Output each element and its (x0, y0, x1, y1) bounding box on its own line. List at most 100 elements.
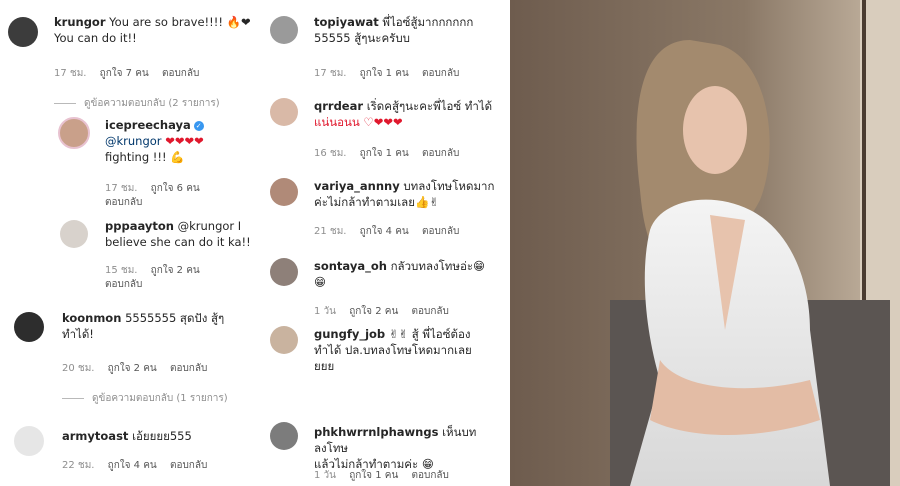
avatar[interactable] (270, 98, 298, 126)
reply-button[interactable]: ตอบกลับ (411, 306, 448, 317)
comment-meta: 17 ชม. ถูกใจ 1 คน ตอบกลับ (314, 66, 469, 81)
photo-illustration (510, 0, 900, 486)
hearts-emoji: ❤❤❤❤ (165, 134, 204, 148)
avatar[interactable] (14, 426, 44, 456)
avatar[interactable] (270, 326, 298, 354)
avatar[interactable] (58, 117, 90, 149)
like-count[interactable]: ถูกใจ 4 คน (108, 460, 157, 471)
comment-body: fighting !!! 💪 (105, 150, 185, 164)
comment-username[interactable]: koonmon (62, 311, 121, 325)
comment-body-line2: แน่นอนน ♡❤❤❤ (314, 115, 403, 129)
comment-username[interactable]: armytoast (62, 429, 128, 443)
comment-username[interactable]: pppaayton (105, 219, 174, 233)
comment-body-line2: ทำได้! (62, 327, 94, 341)
comment-body-line2: believe she can do it ka!! (105, 235, 251, 249)
like-count[interactable]: ถูกใจ 2 คน (151, 265, 200, 276)
comment-body: บทลงโทษโหดมาก (403, 179, 495, 193)
comment-text: phkhwrrnlphawngs เห็นบทลงโทษ แล้วไม่กล้า… (314, 424, 506, 472)
avatar[interactable] (60, 220, 88, 248)
comment-meta: 15 ชม. ถูกใจ 2 คน (105, 263, 210, 278)
comment-meta: 17 ชม. ถูกใจ 6 คน (105, 181, 210, 196)
avatar[interactable] (270, 16, 298, 44)
comment-text: sontaya_oh กลัวบทลงโทษอ่ะ😁 😁 (314, 258, 506, 290)
like-count[interactable]: ถูกใจ 1 คน (360, 68, 409, 79)
view-replies-link[interactable]: ดูข้อความตอบกลับ (2 รายการ) (54, 96, 220, 111)
post-photo (510, 0, 900, 486)
comment-time: 17 ชม. (314, 68, 347, 79)
comment-text: krungor You are so brave!!!! 🔥❤ You can … (54, 14, 254, 46)
like-count[interactable]: ถูกใจ 2 คน (349, 306, 398, 317)
comment-meta: 1 วัน ถูกใจ 2 คน ตอบกลับ (314, 304, 459, 319)
like-count[interactable]: ถูกใจ 1 คน (349, 470, 398, 481)
comment-time: 1 วัน (314, 470, 336, 481)
reply-button[interactable]: ตอบกลับ (422, 68, 459, 79)
like-count[interactable]: ถูกใจ 1 คน (360, 148, 409, 159)
reply-text: icepreechaya ✓ @krungor ❤❤❤❤ fighting !!!… (105, 117, 255, 165)
comment-time: 1 วัน (314, 306, 336, 317)
comment-text: topiyawat พี่ไอซ์สู้มากกกกกก 55555 สู้ๆน… (314, 14, 506, 46)
avatar[interactable] (270, 178, 298, 206)
like-count[interactable]: ถูกใจ 6 คน (151, 183, 200, 194)
comment-username[interactable]: qrrdear (314, 99, 363, 113)
comment-text: armytoast เอ้ยยยย555 (62, 428, 257, 444)
comment-meta: 16 ชม. ถูกใจ 1 คน ตอบกลับ (314, 146, 469, 161)
comment-username[interactable]: gungfy_job (314, 327, 385, 341)
comments-column-right: topiyawat พี่ไอซ์สู้มากกกกกก 55555 สู้ๆน… (260, 0, 510, 486)
comment-text: variya_annny บทลงโทษโหดมาก ค่ะไม่กล้าทำต… (314, 178, 506, 210)
comment-time: 16 ชม. (314, 148, 347, 159)
verified-badge-icon: ✓ (193, 120, 204, 131)
comment-time: 22 ชม. (62, 460, 95, 471)
avatar[interactable] (270, 422, 298, 450)
comment-body: พี่ไอซ์สู้มากกกกกก (382, 15, 474, 29)
comment-body-line3: ยยย (314, 359, 335, 373)
comment-body: เริ่ดคสู้ๆนะคะพี่ไอซ์ ทำได้ (366, 99, 493, 113)
reply-button[interactable]: ตอบกลับ (422, 226, 459, 237)
comment-time: 15 ชม. (105, 265, 138, 276)
comment-username[interactable]: variya_annny (314, 179, 400, 193)
mention-link[interactable]: @krungor (105, 134, 162, 148)
comment-username[interactable]: krungor (54, 15, 106, 29)
like-count[interactable]: ถูกใจ 7 คน (100, 68, 149, 79)
comment-username[interactable]: icepreechaya (105, 118, 191, 132)
comment-body: 5555555 สุดปัง สู้ๆ (125, 311, 225, 325)
avatar[interactable] (14, 312, 44, 342)
comment-meta: 22 ชม. ถูกใจ 4 คน ตอบกลับ (62, 458, 217, 473)
reply-button[interactable]: ตอบกลับ (411, 470, 448, 481)
reply-button[interactable]: ตอบกลับ (170, 460, 207, 471)
comment-body-line2: ทำได้ ปล.บทลงโทษโหดมากเลย (314, 343, 472, 357)
comment-username[interactable]: phkhwrrnlphawngs (314, 425, 438, 439)
comment-body: เอ้ยยยย555 (132, 429, 192, 443)
reply-button[interactable]: ตอบกลับ (105, 195, 152, 210)
comment-meta: 17 ชม. ถูกใจ 7 คน ตอบกลับ (54, 66, 209, 81)
reply-button[interactable]: ตอบกลับ (422, 148, 459, 159)
avatar[interactable] (8, 17, 38, 47)
avatar[interactable] (270, 258, 298, 286)
comment-time: 20 ชม. (62, 363, 95, 374)
like-count[interactable]: ถูกใจ 2 คน (108, 363, 157, 374)
comment-time: 21 ชม. (314, 226, 347, 237)
comment-username[interactable]: topiyawat (314, 15, 379, 29)
comment-text: qrrdear เริ่ดคสู้ๆนะคะพี่ไอซ์ ทำได้ แน่น… (314, 98, 506, 130)
comments-column-left: krungor You are so brave!!!! 🔥❤ You can … (0, 0, 260, 486)
comment-body-line2: ค่ะไม่กล้าทำตามเลย👍✌ (314, 195, 439, 209)
comment-body: You are so brave!!!! 🔥❤ (109, 15, 251, 29)
comment-body: ✌✌ สู้ พี่ไอซ์ต้อง (388, 327, 471, 341)
reply-button[interactable]: ตอบกลับ (162, 68, 199, 79)
reply-button[interactable]: ตอบกลับ (170, 363, 207, 374)
comment-text: gungfy_job ✌✌ สู้ พี่ไอซ์ต้อง ทำได้ ปล.บ… (314, 326, 506, 374)
view-replies-link[interactable]: ดูข้อความตอบกลับ (1 รายการ) (62, 391, 228, 406)
like-count[interactable]: ถูกใจ 4 คน (360, 226, 409, 237)
comment-body-line2: You can do it!! (54, 31, 137, 45)
comment-body-line2: 😁 (314, 275, 326, 289)
comment-username[interactable]: sontaya_oh (314, 259, 387, 273)
comment-body: @krungor I (177, 219, 242, 233)
face (683, 86, 747, 174)
reply-button[interactable]: ตอบกลับ (105, 277, 152, 292)
comment-body: กลัวบทลงโทษอ่ะ😁 (390, 259, 486, 273)
comment-meta: 1 วัน ถูกใจ 1 คน ตอบกลับ (314, 468, 459, 483)
comment-time: 17 ชม. (54, 68, 87, 79)
reply-text: pppaayton @krungor I believe she can do … (105, 218, 255, 250)
comment-meta: 21 ชม. ถูกใจ 4 คน ตอบกลับ (314, 224, 469, 239)
comment-meta: 20 ชม. ถูกใจ 2 คน ตอบกลับ (62, 361, 217, 376)
comment-text: koonmon 5555555 สุดปัง สู้ๆ ทำได้! (62, 310, 257, 342)
